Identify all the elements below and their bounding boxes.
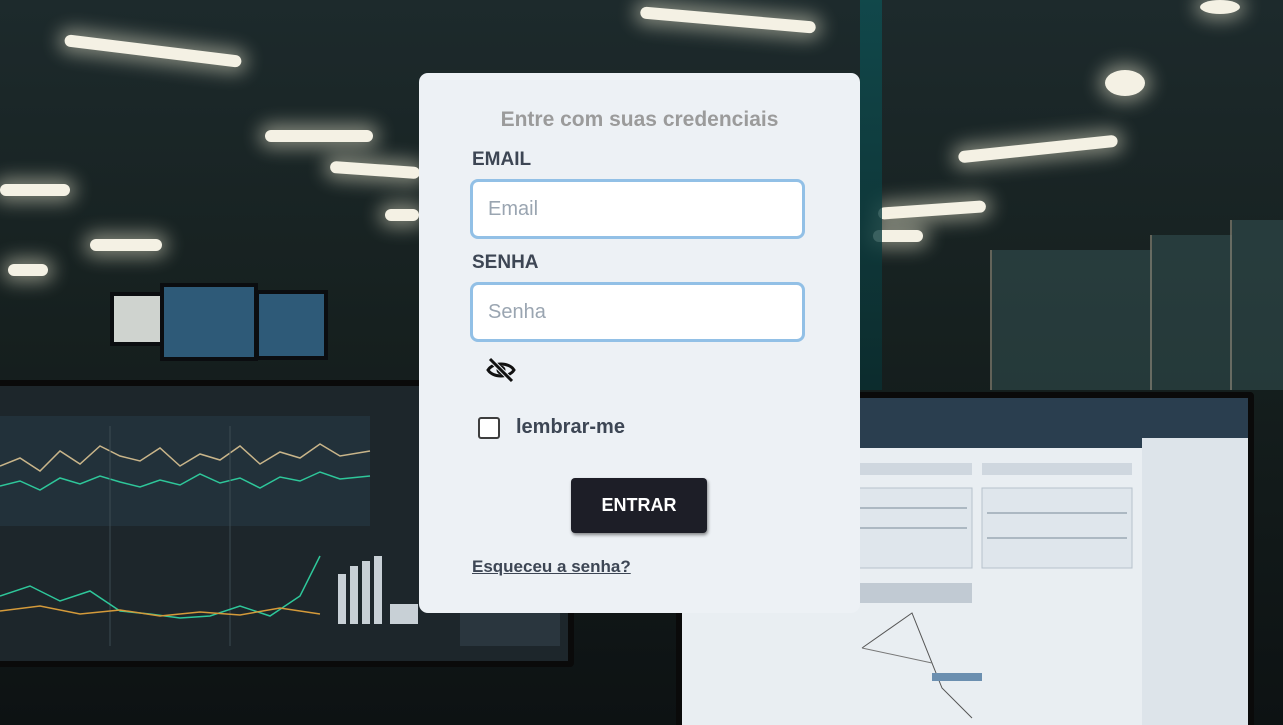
ceiling-light (1105, 70, 1145, 96)
remember-me-label: lembrar-me (516, 416, 625, 438)
ceiling-light (265, 130, 373, 142)
glass-partition (1230, 220, 1283, 390)
ceiling-light (1200, 0, 1240, 14)
ceiling-light (90, 239, 162, 251)
ceiling-light (385, 209, 419, 221)
background-screen (160, 283, 258, 361)
ceiling-light (63, 34, 243, 68)
email-input[interactable] (470, 179, 805, 239)
login-card: Entre com suas credenciais EMAIL SENHA l… (419, 73, 860, 613)
ceiling-light (877, 200, 987, 220)
ceiling-light (329, 160, 421, 180)
login-title: Entre com suas credenciais (500, 108, 779, 131)
remember-me-checkbox[interactable] (478, 416, 500, 439)
background-screen (110, 292, 164, 346)
login-button[interactable]: ENTRAR (571, 478, 707, 533)
eye-slash-icon[interactable] (485, 356, 517, 384)
ceiling-light (0, 184, 70, 196)
pillar (860, 0, 882, 390)
glass-partition (1150, 235, 1232, 390)
background-screen (255, 290, 328, 360)
glass-partition (990, 250, 1152, 390)
password-input[interactable] (470, 282, 805, 342)
ceiling-light (957, 134, 1119, 164)
remember-me: lembrar-me (478, 416, 625, 439)
eye-slash-icon-graphic (486, 357, 516, 383)
email-label: EMAIL (472, 149, 532, 170)
ceiling-light (639, 6, 817, 34)
password-label: SENHA (472, 252, 539, 273)
forgot-password-link[interactable]: Esqueceu a senha? (472, 557, 631, 577)
ceiling-light (8, 264, 48, 276)
